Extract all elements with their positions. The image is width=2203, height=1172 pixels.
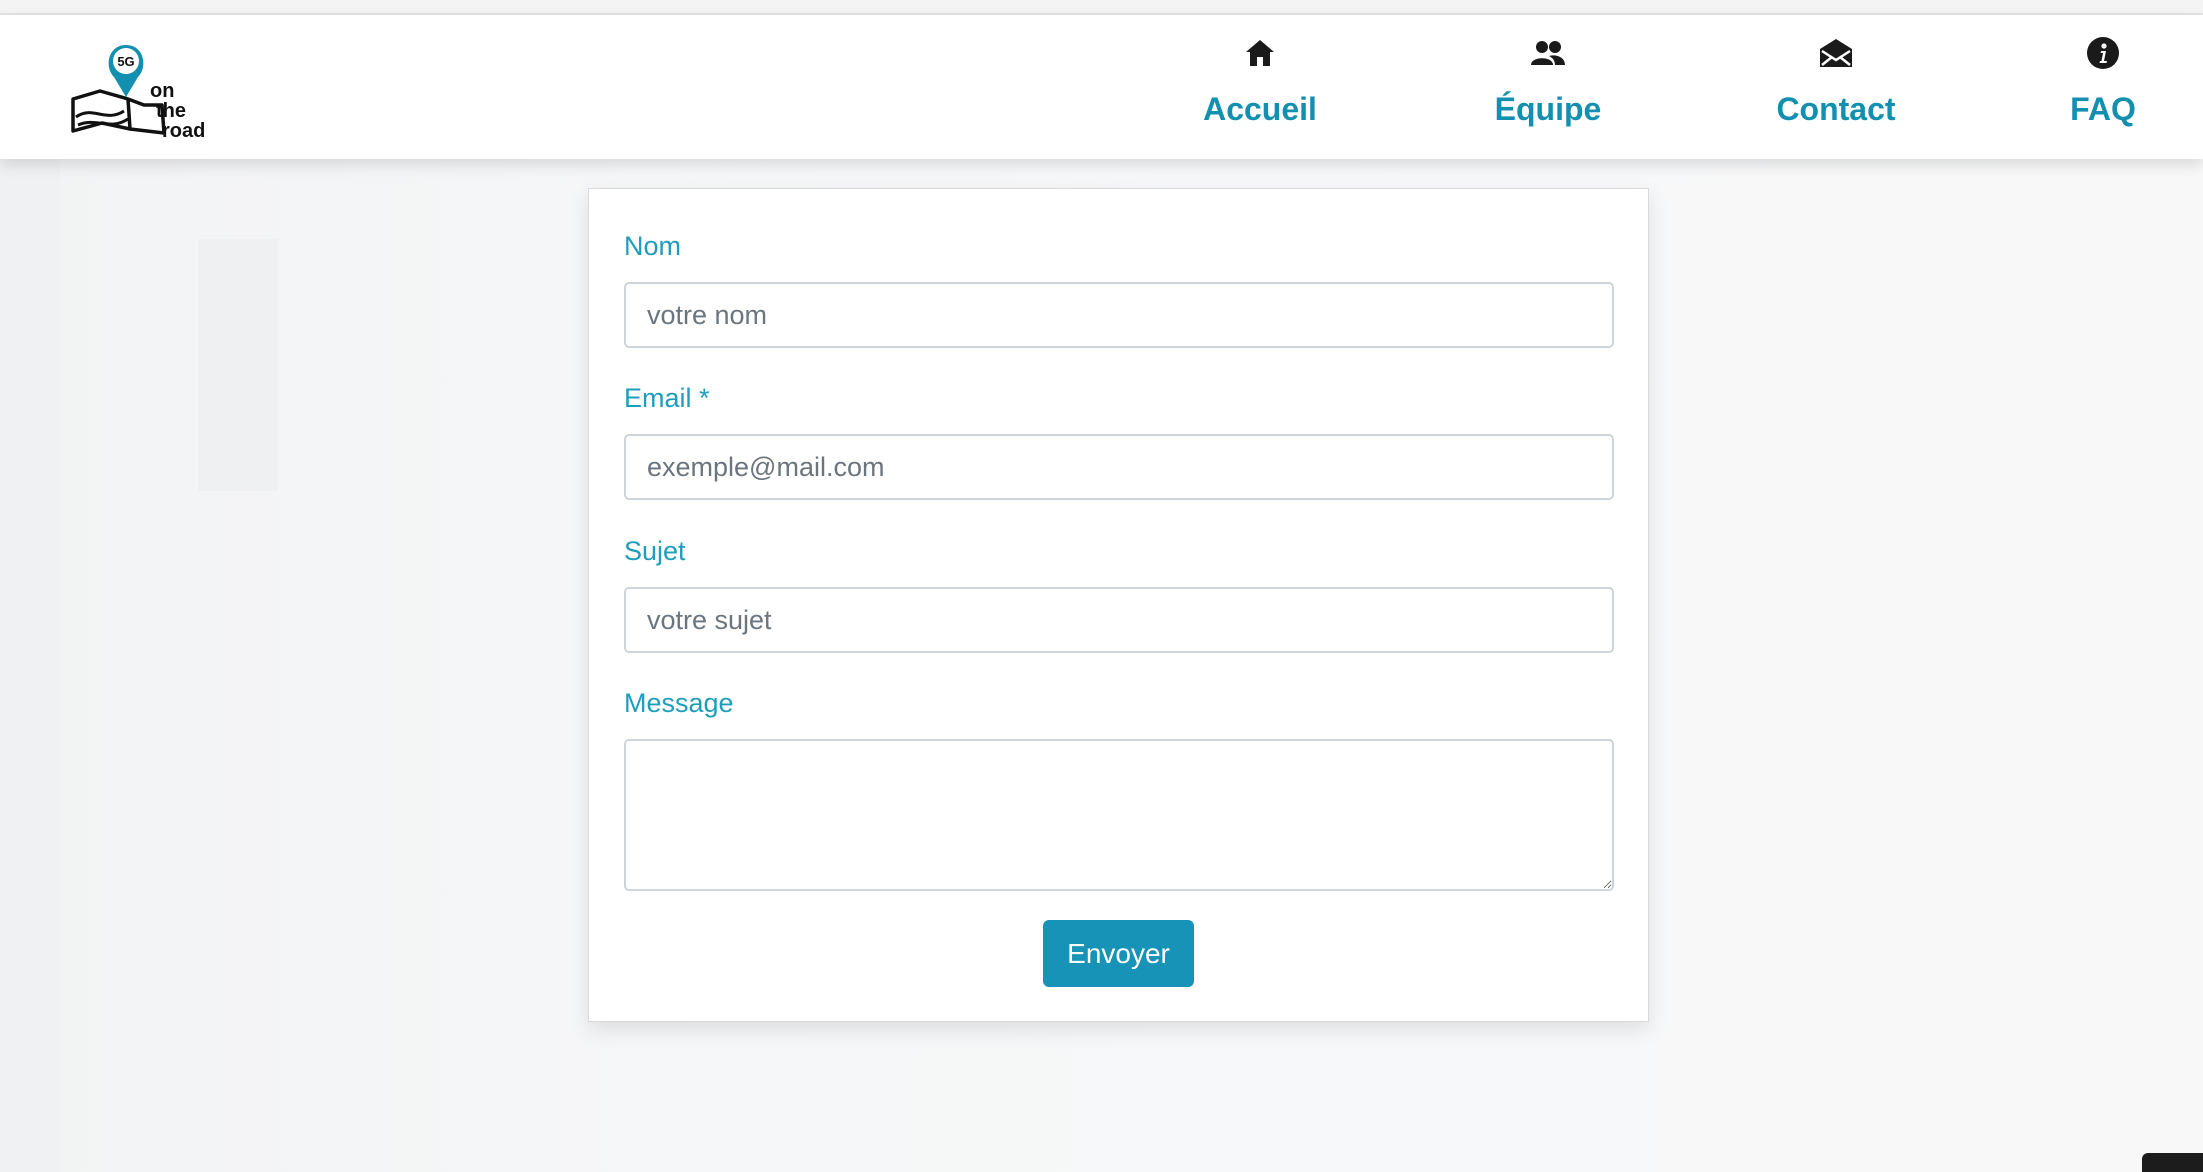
home-icon bbox=[1242, 35, 1278, 71]
message-textarea[interactable] bbox=[624, 739, 1614, 891]
message-field-label: Message bbox=[624, 688, 734, 718]
logo-text-line: on bbox=[150, 80, 174, 102]
email-field-label: Email * bbox=[624, 383, 710, 413]
brand-logo[interactable]: 5G on the road bbox=[70, 39, 210, 142]
nav-label-accueil: Accueil bbox=[1203, 91, 1317, 127]
logo-graphic: 5G on the road bbox=[71, 45, 205, 142]
name-input[interactable] bbox=[624, 282, 1614, 348]
nav-label-faq: FAQ bbox=[2070, 91, 2136, 127]
subject-field-label: Sujet bbox=[624, 536, 686, 566]
nav-item-contact[interactable]: Contact bbox=[1774, 35, 1898, 127]
nav-item-accueil[interactable]: Accueil bbox=[1200, 35, 1320, 127]
name-field-label: Nom bbox=[624, 231, 682, 261]
logo-text-line: road bbox=[162, 120, 205, 139]
envelope-open-icon bbox=[1818, 35, 1854, 71]
corner-chat-widget[interactable] bbox=[2142, 1153, 2203, 1172]
nav-item-equipe[interactable]: Équipe bbox=[1488, 35, 1608, 127]
nav-label-equipe: Équipe bbox=[1494, 91, 1602, 127]
users-icon bbox=[1530, 35, 1566, 71]
top-navbar: 5G on the road Accueil Équipe Contact FA… bbox=[0, 15, 2203, 159]
contact-form-card: Nom Email * Sujet Message Envoyer bbox=[588, 188, 1649, 1022]
subject-input[interactable] bbox=[624, 587, 1614, 653]
logo-text-line: the bbox=[156, 100, 186, 122]
info-circle-icon bbox=[2085, 35, 2121, 71]
nav-label-contact: Contact bbox=[1776, 91, 1896, 127]
logo-badge-text: 5G bbox=[117, 54, 134, 69]
email-input[interactable] bbox=[624, 434, 1614, 500]
nav-item-faq[interactable]: FAQ bbox=[2064, 35, 2142, 127]
submit-button[interactable]: Envoyer bbox=[1043, 920, 1194, 987]
browser-top-strip bbox=[0, 0, 2203, 15]
